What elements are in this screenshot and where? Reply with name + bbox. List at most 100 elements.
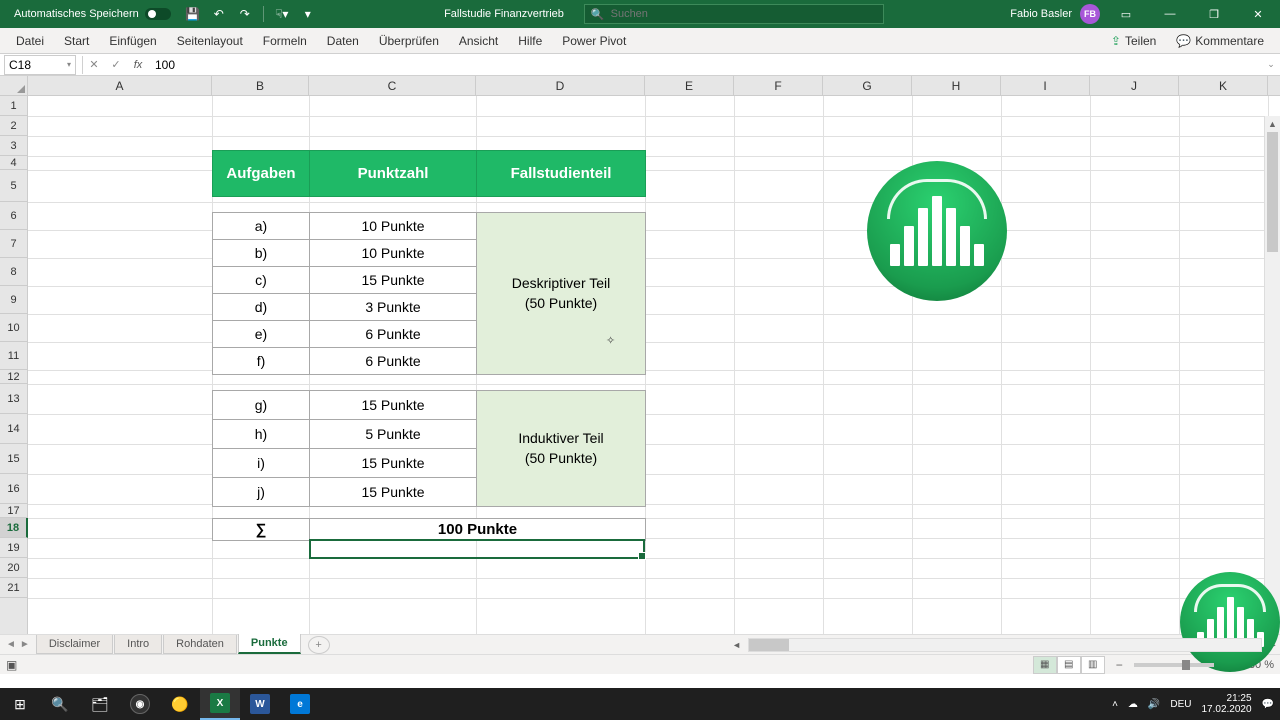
view-pagelayout-icon[interactable]: ▤	[1057, 656, 1081, 674]
enter-formula-icon[interactable]: ✓	[105, 58, 127, 71]
row-header-4[interactable]: 4	[0, 156, 27, 170]
horizontal-scrollbar[interactable]	[748, 638, 1262, 652]
sheet-tab-rohdaten[interactable]: Rohdaten	[163, 635, 237, 654]
user-avatar[interactable]: FB	[1080, 4, 1100, 24]
taskbar-chrome[interactable]: 🟡	[160, 688, 200, 720]
row-header-1[interactable]: 1	[0, 96, 27, 116]
expand-formula-bar-icon[interactable]: ⌄	[1262, 59, 1280, 70]
row-header-18[interactable]: 18	[0, 518, 28, 538]
save-icon[interactable]: 💾	[183, 4, 203, 24]
taskbar-app-1[interactable]: 🗂	[80, 688, 120, 720]
minimize-button[interactable]: —	[1152, 0, 1188, 28]
tray-onedrive-icon[interactable]: ☁	[1128, 699, 1138, 710]
sheet-tab-punkte[interactable]: Punkte	[238, 634, 301, 654]
row-header-5[interactable]: 5	[0, 170, 27, 202]
tray-clock[interactable]: 21:25 17.02.2020	[1201, 693, 1251, 715]
taskbar-word[interactable]: W	[240, 688, 280, 720]
tab-powerpivot[interactable]: Power Pivot	[552, 29, 636, 53]
tab-start[interactable]: Start	[54, 29, 99, 53]
scroll-thumb[interactable]	[1267, 132, 1278, 252]
row-header-13[interactable]: 13	[0, 384, 27, 414]
row-header-9[interactable]: 9	[0, 286, 27, 314]
touch-mode-icon[interactable]: ☟▾	[272, 4, 292, 24]
tab-einfuegen[interactable]: Einfügen	[99, 29, 166, 53]
row-header-6[interactable]: 6	[0, 202, 27, 230]
maximize-button[interactable]: ❐	[1196, 0, 1232, 28]
comments-button[interactable]: 💬Kommentare	[1168, 30, 1272, 52]
row-header-12[interactable]: 12	[0, 370, 27, 384]
share-button[interactable]: ⇪Teilen	[1103, 30, 1164, 52]
sheet-tab-intro[interactable]: Intro	[114, 635, 162, 654]
part1-label: Deskriptiver Teil(50 Punkte)	[477, 213, 646, 375]
col-header-C[interactable]: C	[309, 76, 476, 95]
hscroll-left-icon[interactable]: ◄	[730, 640, 744, 650]
qat-customize-icon[interactable]: ▾	[298, 4, 318, 24]
autosave-toggle[interactable]: Automatisches Speichern	[8, 6, 177, 22]
col-header-B[interactable]: B	[212, 76, 309, 95]
row-header-11[interactable]: 11	[0, 342, 27, 370]
row-header-2[interactable]: 2	[0, 116, 27, 136]
scroll-up-icon[interactable]: ▲	[1265, 116, 1280, 132]
fx-icon[interactable]: fx	[127, 59, 149, 71]
cells-area[interactable]: Aufgaben Punktzahl Fallstudienteil a)10 …	[28, 96, 1280, 634]
taskbar-excel[interactable]: X	[200, 688, 240, 720]
sheet-tab-disclaimer[interactable]: Disclaimer	[36, 635, 113, 654]
spreadsheet-grid: ABCDEFGHIJK 1234567891011121314151617181…	[0, 76, 1280, 634]
start-button[interactable]: ⊞	[0, 688, 40, 720]
row-header-17[interactable]: 17	[0, 504, 27, 518]
sum-symbol: ∑	[213, 519, 310, 541]
row-header-8[interactable]: 8	[0, 258, 27, 286]
row-header-21[interactable]: 21	[0, 578, 27, 598]
col-header-D[interactable]: D	[476, 76, 645, 95]
redo-icon[interactable]: ↷	[235, 4, 255, 24]
col-header-F[interactable]: F	[734, 76, 823, 95]
tab-hilfe[interactable]: Hilfe	[508, 29, 552, 53]
row-header-15[interactable]: 15	[0, 444, 27, 474]
row-header-10[interactable]: 10	[0, 314, 27, 342]
formula-input[interactable]: 100	[149, 58, 1262, 72]
row-header-16[interactable]: 16	[0, 474, 27, 504]
col-header-H[interactable]: H	[912, 76, 1001, 95]
tray-notifications-icon[interactable]: 💬	[1262, 699, 1274, 710]
tab-ansicht[interactable]: Ansicht	[449, 29, 508, 53]
view-normal-icon[interactable]: ▦	[1033, 656, 1057, 674]
record-macro-icon[interactable]: ▣	[6, 658, 17, 672]
sheet-nav[interactable]: ◄►	[0, 639, 36, 650]
row-header-19[interactable]: 19	[0, 538, 27, 558]
tray-volume-icon[interactable]: 🔊	[1148, 699, 1160, 710]
view-pagebreak-icon[interactable]: ▥	[1081, 656, 1105, 674]
taskbar-search-icon[interactable]: 🔍	[40, 688, 80, 720]
search-input[interactable]	[611, 8, 877, 20]
col-header-G[interactable]: G	[823, 76, 912, 95]
col-header-J[interactable]: J	[1090, 76, 1179, 95]
search-box[interactable]: 🔍	[584, 4, 884, 24]
toggle-switch[interactable]	[145, 8, 171, 20]
col-header-I[interactable]: I	[1001, 76, 1090, 95]
col-header-E[interactable]: E	[645, 76, 734, 95]
row-header-14[interactable]: 14	[0, 414, 27, 444]
close-button[interactable]: ✕	[1240, 0, 1276, 28]
tab-datei[interactable]: Datei	[6, 29, 54, 53]
tab-formeln[interactable]: Formeln	[253, 29, 317, 53]
vertical-scrollbar[interactable]: ▲ ▼	[1264, 116, 1280, 634]
tab-daten[interactable]: Daten	[317, 29, 369, 53]
tray-language[interactable]: DEU	[1170, 699, 1191, 710]
ribbon-display-icon[interactable]: ▭	[1108, 0, 1144, 28]
name-box[interactable]: C18▾	[4, 55, 76, 75]
col-header-K[interactable]: K	[1179, 76, 1268, 95]
cancel-formula-icon[interactable]: ✕	[83, 58, 105, 71]
row-header-20[interactable]: 20	[0, 558, 27, 578]
tab-seitenlayout[interactable]: Seitenlayout	[167, 29, 253, 53]
zoom-out-button[interactable]: −	[1113, 658, 1126, 672]
tray-expand-icon[interactable]: ˄	[1112, 699, 1118, 710]
zoom-slider[interactable]	[1134, 663, 1214, 667]
row-header-7[interactable]: 7	[0, 230, 27, 258]
new-sheet-button[interactable]: +	[308, 636, 330, 654]
col-header-A[interactable]: A	[28, 76, 212, 95]
undo-icon[interactable]: ↶	[209, 4, 229, 24]
tab-ueberpruefen[interactable]: Überprüfen	[369, 29, 449, 53]
row-header-3[interactable]: 3	[0, 136, 27, 156]
select-all-button[interactable]	[0, 76, 28, 95]
taskbar-obs[interactable]: ◉	[120, 688, 160, 720]
taskbar-edge[interactable]: e	[280, 688, 320, 720]
